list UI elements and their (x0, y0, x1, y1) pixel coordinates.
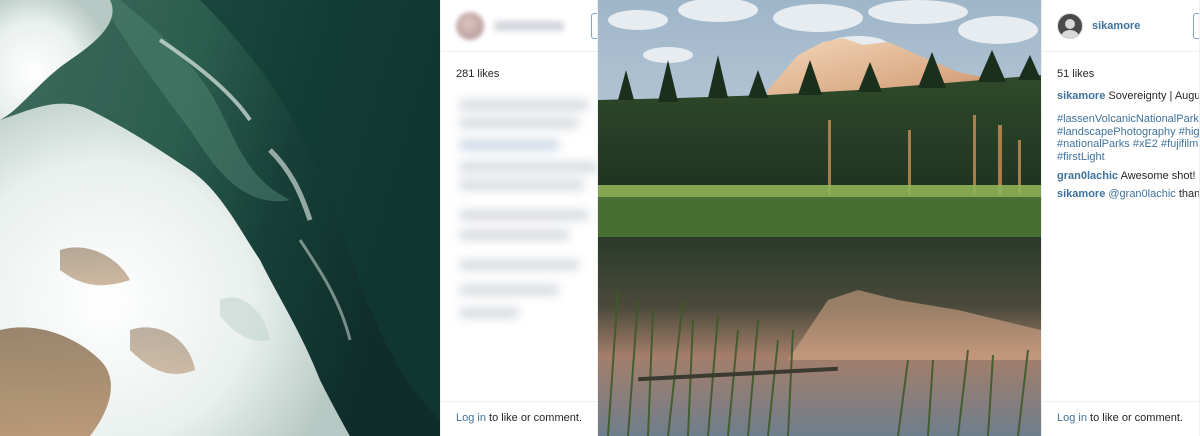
hashtag[interactable]: #lassenVolcanicNationalPark (1057, 113, 1199, 125)
login-prompt: Log in to like or comment. (1057, 412, 1183, 424)
comment-username[interactable]: sikamore (1057, 188, 1105, 200)
comment: gran0lachic Awesome shot! (1057, 170, 1199, 183)
comment-text: thank y (1178, 188, 1200, 200)
hashtag-line: #firstLight (1057, 151, 1199, 164)
comment: sikamore @gran0lachic thank y (1057, 188, 1199, 201)
hashtag[interactable]: #xE2 (1130, 138, 1158, 150)
blurred-avatar (456, 11, 484, 40)
blurred-username (494, 20, 564, 31)
right-post-header: sikamore (1042, 0, 1199, 52)
post-caption: sikamore Sovereignty | August #lassenVol… (1042, 90, 1199, 201)
hashtag-line: #landscapePhotography #highD (1057, 126, 1199, 139)
left-post-panel: 281 likes Log in to like or comment. (440, 0, 598, 436)
hashtag[interactable]: #nationalParks (1057, 138, 1130, 150)
mountain-lake-photo[interactable] (598, 0, 1041, 436)
likes-count: 51 likes (1057, 68, 1095, 80)
instagram-embed-strip: 281 likes Log in to like or comment. sik… (0, 0, 1200, 436)
hashtag[interactable]: #firstLight (1057, 151, 1105, 163)
login-prompt: Log in to like or comment. (456, 412, 582, 424)
caption-username[interactable]: sikamore (1057, 90, 1105, 102)
user-avatar[interactable] (1057, 12, 1083, 39)
comment-mention[interactable]: @gran0lachic (1105, 188, 1175, 200)
hashtag[interactable]: #fujifilm (1158, 138, 1198, 150)
login-prompt-text: to like or comment. (485, 412, 582, 424)
hashtag-line: #nationalParks #xE2 #fujifilm #s (1057, 138, 1199, 151)
hashtag-line: #lassenVolcanicNationalPark #r (1057, 113, 1199, 126)
login-link[interactable]: Log in (1057, 412, 1087, 424)
post-username[interactable]: sikamore (1092, 20, 1140, 32)
hashtag-block: #lassenVolcanicNationalPark #r #landscap… (1057, 113, 1199, 163)
footer-divider (1042, 401, 1199, 402)
hashtag[interactable]: #highD (1176, 126, 1199, 138)
comment-text: Awesome shot! (1118, 170, 1196, 182)
comment-username[interactable]: gran0lachic (1057, 170, 1118, 182)
likes-count: 281 likes (456, 68, 500, 80)
caption-text: Sovereignty | August (1105, 90, 1200, 102)
login-link[interactable]: Log in (456, 412, 486, 424)
ocean-wave-photo[interactable] (0, 0, 440, 436)
follow-button-edge[interactable] (1193, 13, 1199, 39)
left-post-header (441, 0, 597, 52)
follow-button-edge[interactable] (591, 13, 597, 39)
hashtag[interactable]: #landscapePhotography (1057, 126, 1176, 138)
login-prompt-text: to like or comment. (1086, 412, 1183, 424)
footer-divider (441, 401, 597, 402)
caption-line: sikamore Sovereignty | August (1057, 90, 1199, 103)
right-post-panel: sikamore 51 likes sikamore Sovereignty |… (1041, 0, 1200, 436)
blurred-comments (445, 90, 597, 330)
